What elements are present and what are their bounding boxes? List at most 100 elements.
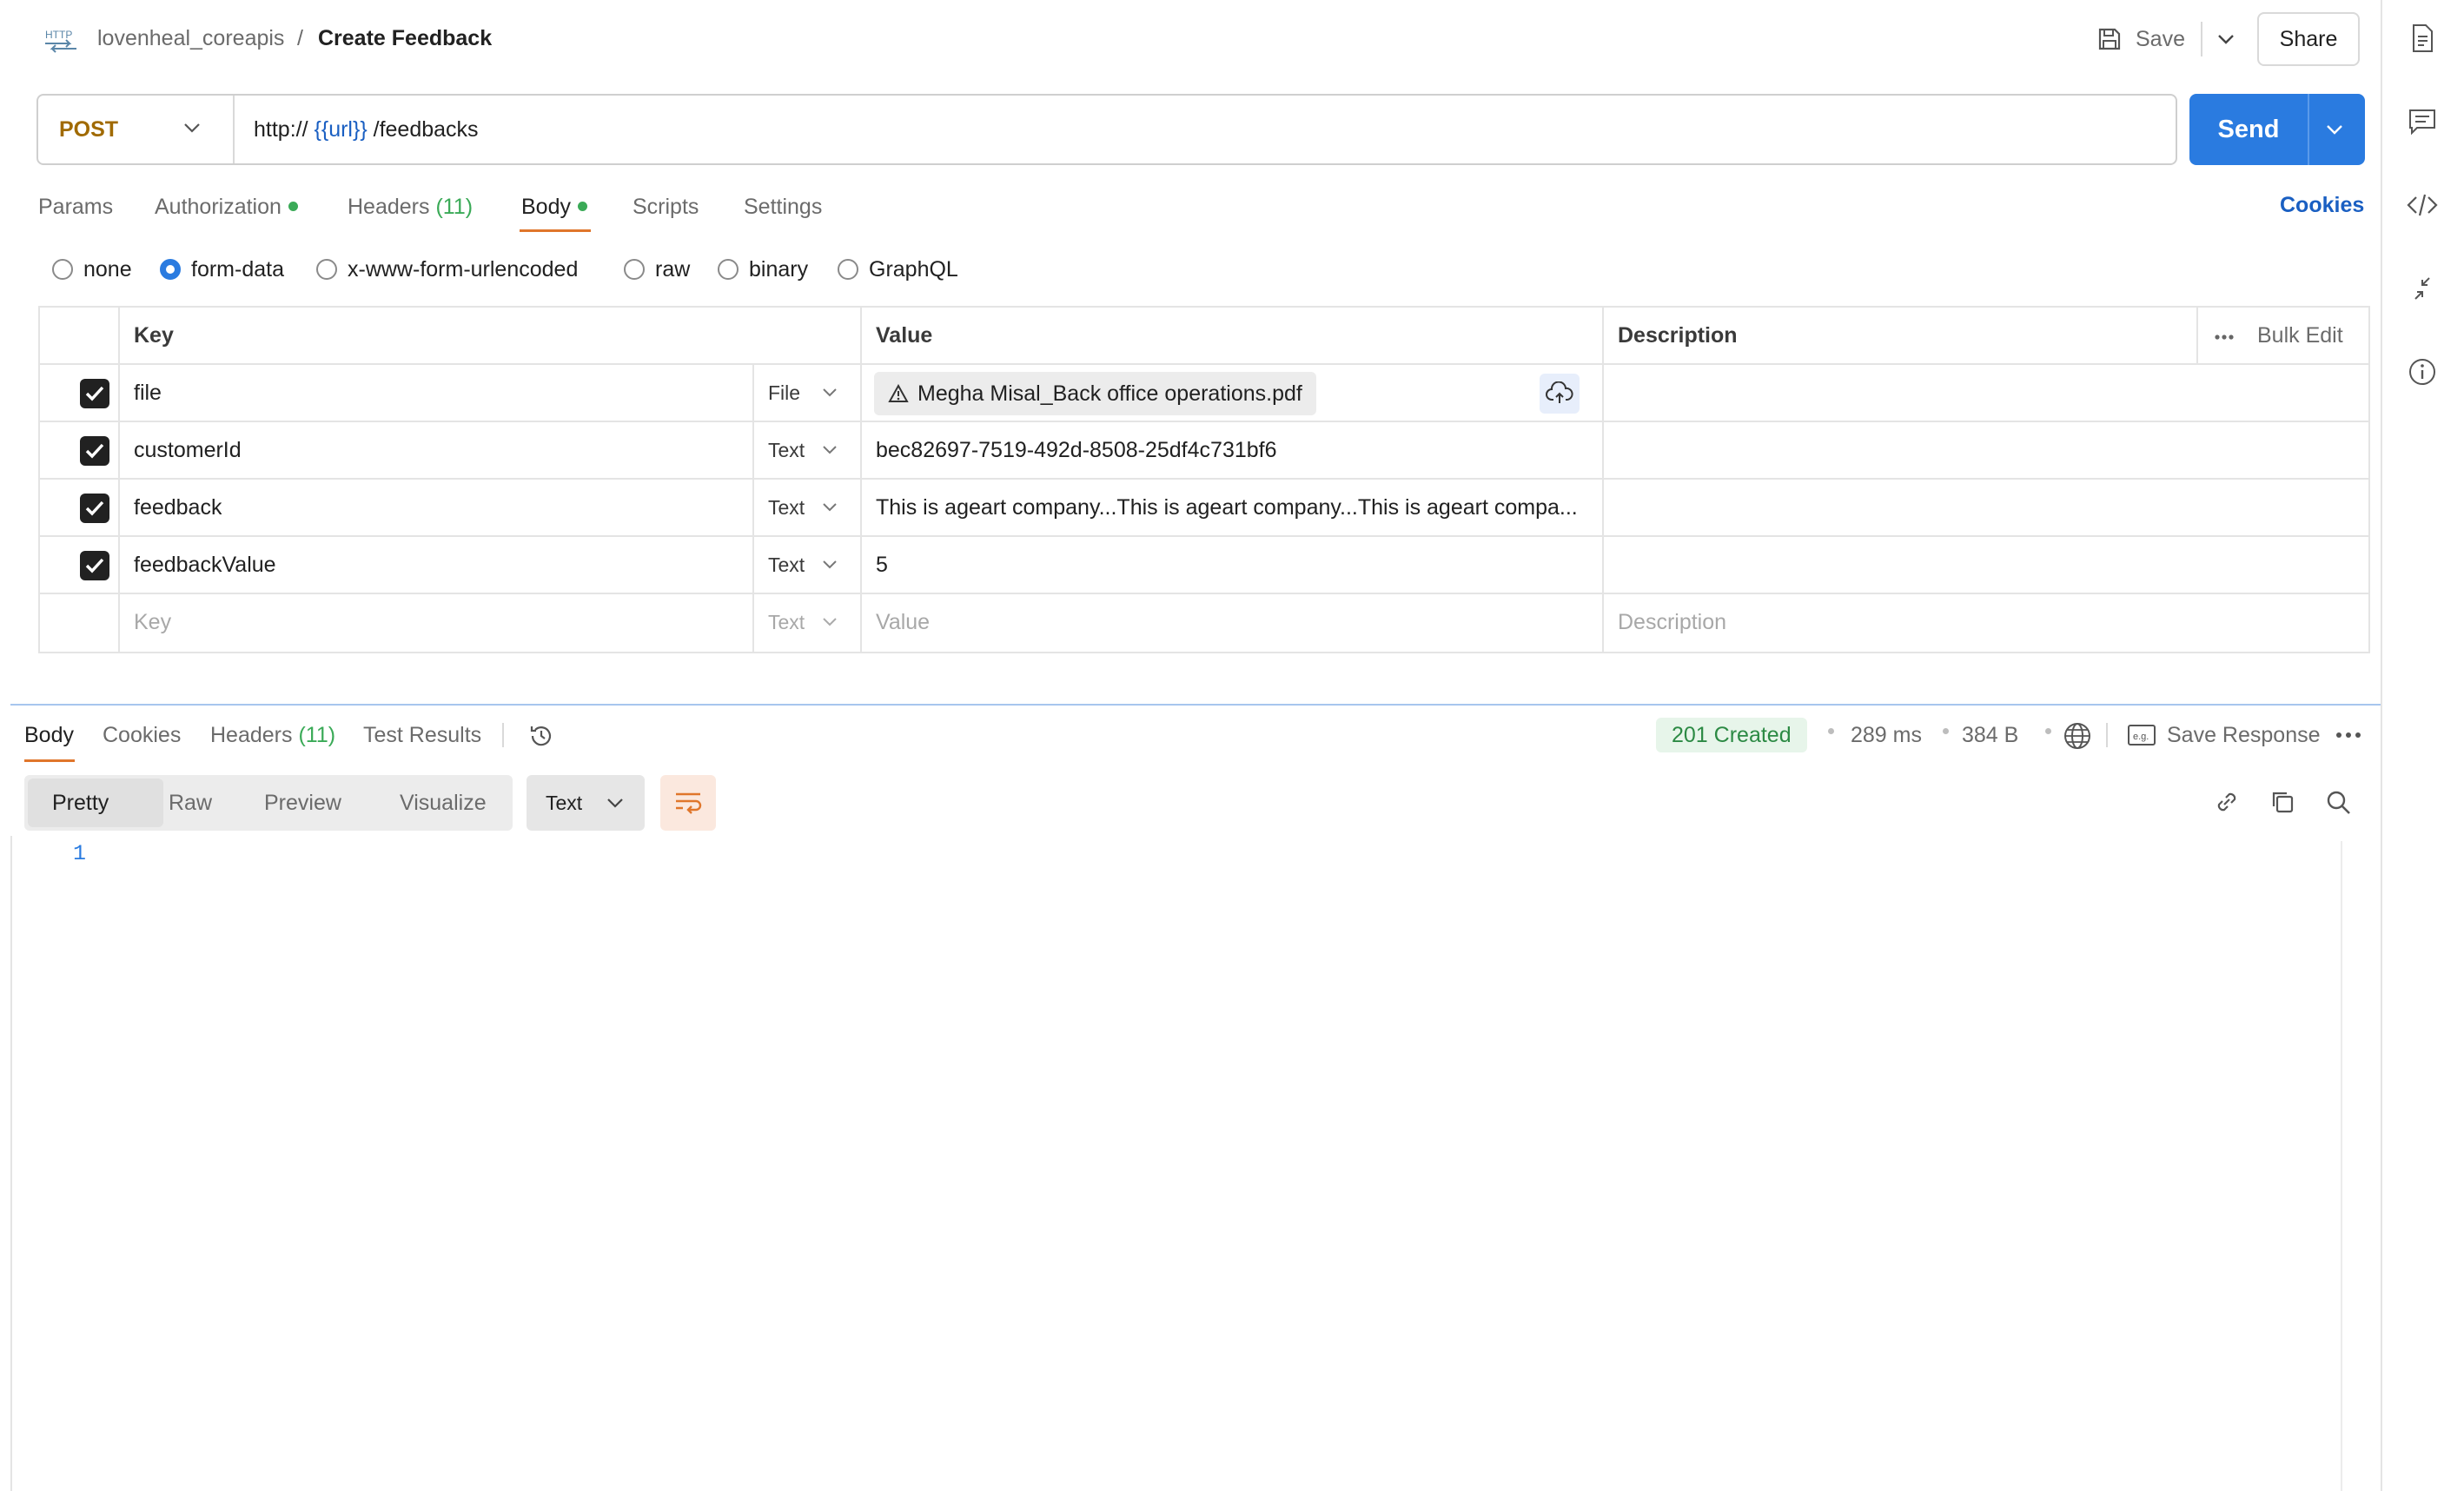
radio-button[interactable]: [838, 259, 858, 280]
radio-label: binary: [749, 256, 809, 282]
radio-button[interactable]: [316, 259, 337, 280]
divider: [233, 96, 235, 163]
language-select[interactable]: Text: [527, 775, 645, 831]
copy-icon[interactable]: [2268, 787, 2297, 817]
wrap-lines-icon: [673, 790, 703, 816]
save-button[interactable]: Save: [2096, 17, 2235, 61]
tab-settings[interactable]: Settings: [744, 193, 822, 221]
url-variable[interactable]: {{url}}: [315, 117, 368, 142]
chevron-down-icon[interactable]: [182, 122, 202, 134]
radio-form-data[interactable]: form-data: [160, 252, 284, 287]
table-row-empty: Key Text Value Description: [40, 594, 2368, 652]
method-select[interactable]: POST: [59, 96, 118, 163]
value-cell[interactable]: bec82697-7519-492d-8508-25df4c731bf6: [876, 422, 1277, 478]
response-size[interactable]: 384 B: [1962, 721, 2018, 749]
tab-scripts[interactable]: Scripts: [633, 193, 699, 221]
response-tab-cookies[interactable]: Cookies: [103, 721, 181, 749]
key-cell[interactable]: file: [134, 365, 162, 421]
tab-params[interactable]: Params: [38, 193, 113, 221]
key-cell[interactable]: feedback: [134, 480, 222, 535]
type-select[interactable]: Text: [768, 537, 805, 593]
chevron-down-icon[interactable]: [822, 617, 838, 627]
history-icon[interactable]: [527, 721, 556, 751]
type-select[interactable]: Text: [768, 594, 805, 650]
table-row: feedbackValue Text 5: [40, 537, 2368, 594]
radio-graphql[interactable]: GraphQL: [838, 252, 958, 287]
view-mode-raw[interactable]: Raw: [169, 775, 212, 831]
tab-body[interactable]: Body: [521, 193, 587, 221]
type-select[interactable]: Text: [768, 422, 805, 478]
chevron-down-icon[interactable]: [2325, 123, 2344, 136]
breadcrumb-collection[interactable]: lovenheal_coreapis: [97, 24, 284, 52]
request-title[interactable]: Create Feedback: [318, 24, 492, 52]
type-select[interactable]: Text: [768, 480, 805, 535]
view-mode-selector: Pretty Raw Preview Visualize: [24, 775, 513, 831]
search-icon[interactable]: [2323, 787, 2353, 817]
radio-label: none: [83, 256, 132, 282]
type-select[interactable]: File: [768, 365, 800, 421]
radio-urlencoded[interactable]: x-www-form-urlencoded: [316, 252, 578, 287]
chevron-down-icon[interactable]: [822, 502, 838, 513]
row-checkbox[interactable]: [80, 379, 109, 408]
value-input[interactable]: Value: [876, 594, 930, 650]
send-button[interactable]: Send: [2189, 94, 2365, 165]
url-input[interactable]: http:// {{url}} /feedbacks: [254, 96, 479, 163]
view-mode-preview[interactable]: Preview: [264, 775, 341, 831]
description-input[interactable]: Description: [1618, 594, 1726, 650]
radio-button[interactable]: [624, 259, 645, 280]
link-icon[interactable]: [2212, 787, 2242, 817]
chevron-down-icon[interactable]: [2216, 33, 2235, 45]
collapse-arrows-icon[interactable]: [2405, 271, 2440, 306]
view-mode-pretty[interactable]: Pretty: [52, 775, 109, 831]
chevron-down-icon[interactable]: [822, 445, 838, 455]
wrap-lines-button[interactable]: [660, 775, 716, 831]
send-label[interactable]: Send: [2189, 94, 2308, 165]
tab-label: Headers: [348, 195, 430, 219]
value-cell[interactable]: This is ageart company...This is ageart …: [876, 480, 1597, 535]
info-icon[interactable]: [2405, 355, 2440, 389]
radio-button-selected[interactable]: [160, 259, 181, 280]
save-response-button[interactable]: e.g. Save Response: [2127, 721, 2321, 749]
table-row: feedback Text This is ageart company...T…: [40, 480, 2368, 537]
comment-icon[interactable]: [2405, 104, 2440, 139]
tab-headers[interactable]: Headers (11): [348, 193, 473, 221]
more-options-icon[interactable]: [2214, 334, 2235, 341]
file-chip[interactable]: Megha Misal_Back office operations.pdf: [874, 372, 1316, 415]
radio-none[interactable]: none: [52, 252, 132, 287]
row-checkbox[interactable]: [80, 494, 109, 523]
view-mode-visualize[interactable]: Visualize: [400, 775, 487, 831]
active-tab-indicator: [24, 759, 75, 762]
row-checkbox[interactable]: [80, 436, 109, 466]
row-checkbox[interactable]: [80, 551, 109, 580]
value-cell[interactable]: 5: [876, 537, 888, 593]
tab-authorization[interactable]: Authorization: [155, 193, 298, 221]
upload-button[interactable]: [1540, 374, 1580, 414]
response-tab-headers[interactable]: Headers (11): [210, 721, 335, 749]
radio-raw[interactable]: raw: [624, 252, 690, 287]
response-tab-test-results[interactable]: Test Results: [363, 721, 481, 749]
key-input[interactable]: Key: [134, 594, 171, 650]
status-badge[interactable]: 201 Created: [1656, 718, 1807, 752]
code-icon[interactable]: [2405, 188, 2440, 222]
more-options-icon[interactable]: [2335, 732, 2361, 739]
scrollbar[interactable]: [2341, 841, 2342, 1491]
separator-dot: [1943, 728, 1949, 734]
radio-binary[interactable]: binary: [718, 252, 808, 287]
response-time[interactable]: 289 ms: [1851, 721, 1922, 749]
pane-border: [10, 836, 12, 1491]
share-button[interactable]: Share: [2257, 12, 2360, 66]
globe-icon[interactable]: [2063, 721, 2092, 751]
key-cell[interactable]: customerId: [134, 422, 242, 478]
radio-button[interactable]: [718, 259, 739, 280]
tab-label: Headers: [210, 723, 293, 747]
bulk-edit-button[interactable]: Bulk Edit: [2257, 308, 2343, 363]
chevron-down-icon[interactable]: [822, 560, 838, 570]
pane-divider[interactable]: [10, 704, 2382, 706]
key-cell[interactable]: feedbackValue: [134, 537, 276, 593]
radio-button[interactable]: [52, 259, 73, 280]
divider: [2106, 723, 2108, 747]
chevron-down-icon[interactable]: [822, 388, 838, 398]
document-icon[interactable]: [2405, 21, 2440, 56]
cookies-link[interactable]: Cookies: [2280, 193, 2364, 218]
response-tab-body[interactable]: Body: [24, 721, 74, 749]
